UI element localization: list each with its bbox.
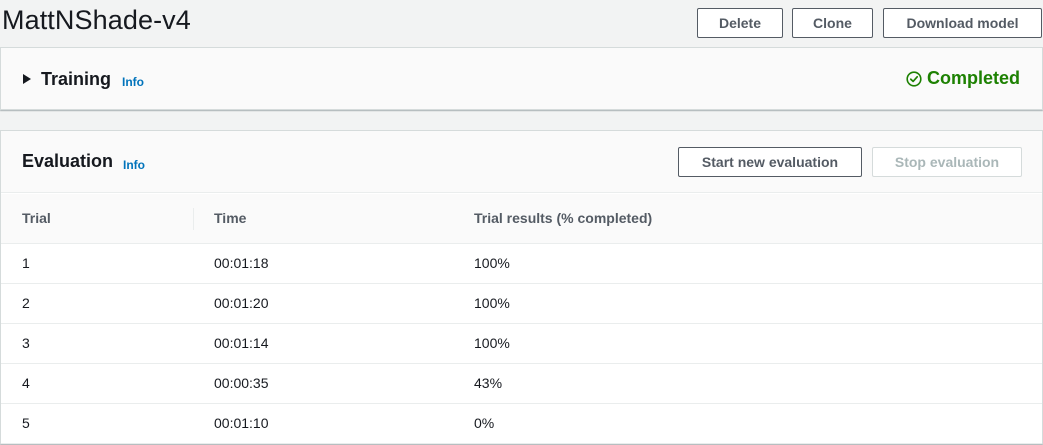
training-title[interactable]: Training [41,69,111,90]
column-header-trial: Trial [1,194,194,244]
start-new-evaluation-button[interactable]: Start new evaluation [678,147,862,177]
cell-result: 100% [454,283,1042,324]
download-model-button[interactable]: Download model [883,8,1042,38]
cell-result: 100% [454,243,1042,284]
evaluation-header: Evaluation Info Start new evaluation Sto… [1,131,1042,193]
cell-result: 100% [454,323,1042,364]
training-info-link[interactable]: Info [122,75,144,89]
stop-evaluation-button[interactable]: Stop evaluation [872,147,1022,177]
cell-time: 00:00:35 [194,363,454,404]
evaluation-table: Trial Time Trial results (% completed) 1… [1,194,1042,444]
cell-result: 0% [454,403,1042,444]
table-row: 5 00:01:10 0% [1,403,1042,444]
status-text: Completed [926,68,1020,88]
table-row: 1 00:01:18 100% [1,243,1042,284]
evaluation-title: Evaluation [22,151,114,171]
cell-trial: 3 [1,323,194,364]
evaluation-info-link[interactable]: Info [123,158,145,172]
training-panel: Training Info Completed [0,47,1043,110]
cell-time: 00:01:20 [194,283,454,324]
table-row: 4 00:00:35 43% [1,363,1042,404]
cell-trial: 5 [1,403,194,444]
cell-time: 00:01:14 [194,323,454,364]
table-header-row: Trial Time Trial results (% completed) [1,194,1042,244]
column-header-time: Time [194,194,454,244]
table-row: 2 00:01:20 100% [1,283,1042,324]
clone-button[interactable]: Clone [792,8,873,38]
cell-trial: 1 [1,243,194,284]
cell-time: 00:01:18 [194,243,454,284]
column-header-results: Trial results (% completed) [454,194,1042,244]
caret-right-icon[interactable] [23,74,31,84]
check-circle-icon [906,70,922,87]
delete-button[interactable]: Delete [697,8,783,38]
cell-result: 43% [454,363,1042,404]
training-status: Completed [906,68,1020,89]
table-row: 3 00:01:14 100% [1,323,1042,364]
cell-trial: 2 [1,283,194,324]
cell-time: 00:01:10 [194,403,454,444]
cell-trial: 4 [1,363,194,404]
evaluation-panel: Evaluation Info Start new evaluation Sto… [0,130,1043,444]
page-title: MattNShade-v4 [2,5,191,35]
